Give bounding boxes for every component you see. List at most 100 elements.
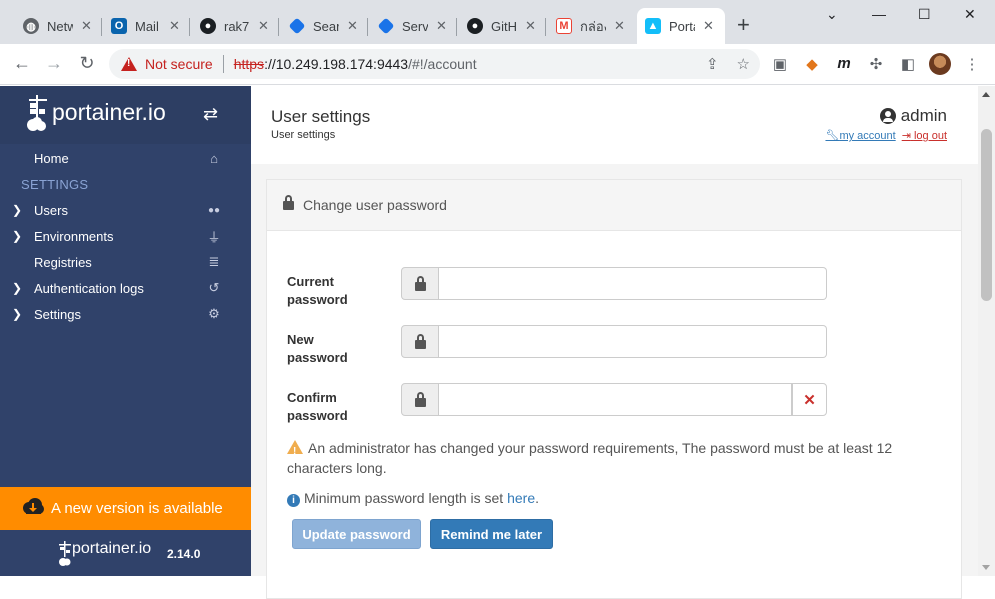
tab-label: Sear [313, 18, 339, 34]
main-content: User settings User settings admin 🔧︎my a… [251, 86, 978, 599]
sidebar-item-users[interactable]: ❯ Users ●● [0, 197, 251, 223]
line-extension-icon[interactable]: ▣ [770, 55, 790, 73]
browser-tab-network[interactable]: ◍ Netw ✕ [15, 8, 102, 44]
chevron-right-icon[interactable]: ❯ [12, 281, 22, 295]
scroll-down-arrow-icon[interactable] [982, 565, 990, 570]
metamask-extension-icon[interactable]: ◆ [802, 55, 822, 73]
sidebar-item-home[interactable]: Home ⌂ [0, 145, 251, 171]
tab-close-icon[interactable]: ✕ [81, 18, 92, 34]
browser-tab-gmail[interactable]: M กล่อง ✕ [548, 8, 635, 44]
forward-arrow-icon[interactable]: → [43, 53, 65, 74]
portainer-icon: ▲ [645, 18, 661, 34]
password-requirement-warning: An administrator has changed your passwo… [287, 438, 927, 478]
browser-tab-services[interactable]: Servi ✕ [370, 8, 457, 44]
new-password-label: New password [287, 332, 348, 365]
lock-icon [415, 276, 426, 291]
scrollbar-thumb[interactable] [981, 129, 992, 301]
browser-tab-github[interactable]: ● GitH ✕ [459, 8, 546, 44]
browser-tab-mail[interactable]: O Mail ✕ [103, 8, 190, 44]
log-out-link[interactable]: ⇥ log out [902, 129, 947, 142]
user-info: admin [879, 106, 947, 126]
minimize-icon[interactable]: — [872, 6, 886, 22]
omnibox-actions: ⇪ ☆ [706, 55, 750, 73]
mismatch-x-icon: ✕ [792, 383, 827, 416]
lock-icon [415, 334, 426, 349]
log-out-label: log out [913, 130, 947, 142]
tab-close-icon[interactable]: ✕ [347, 18, 358, 34]
brand-header: portainer.io ⇄ [0, 86, 251, 144]
m-extension-icon[interactable]: m [834, 55, 854, 72]
tab-close-icon[interactable]: ✕ [436, 18, 447, 34]
tab-close-icon[interactable]: ✕ [703, 18, 714, 34]
scroll-up-arrow-icon[interactable] [982, 92, 990, 97]
min-length-info: i Minimum password length is set here. [287, 488, 927, 508]
chevron-right-icon[interactable]: ❯ [12, 229, 22, 243]
reload-icon[interactable]: ↻ [76, 53, 98, 74]
my-account-link[interactable]: 🔧︎my account [825, 129, 895, 142]
url-path: /#!/account [408, 56, 477, 72]
sidebar-item-label: Home [34, 150, 69, 166]
current-password-group [401, 267, 827, 300]
update-available-banner[interactable]: A new version is available [0, 487, 251, 530]
input-addon [401, 267, 439, 300]
current-password-input[interactable] [439, 267, 827, 300]
back-arrow-icon[interactable]: ← [11, 53, 33, 74]
portainer-footer-logo-icon [59, 541, 71, 566]
chevron-down-icon[interactable]: ⌄ [826, 6, 838, 23]
tab-label: GitH [491, 18, 517, 34]
tab-close-icon[interactable]: ✕ [525, 18, 536, 34]
sidebar-item-label: Registries [34, 254, 92, 270]
browser-tab-portainer[interactable]: ▲ Porta ✕ [637, 8, 725, 44]
puzzle-extensions-icon[interactable]: ✣ [866, 55, 886, 73]
profile-avatar[interactable] [929, 53, 951, 75]
window-close-icon[interactable]: ✕ [964, 6, 976, 23]
browser-tab-github-rak[interactable]: ● rak7 ✕ [192, 8, 279, 44]
gmail-icon: M [556, 18, 572, 34]
warning-text: An administrator has changed your passwo… [287, 440, 893, 476]
browser-tab-search[interactable]: Sear ✕ [281, 8, 368, 44]
side-panel-icon[interactable]: ◧ [898, 55, 918, 73]
info-text: Minimum password length is set [304, 490, 508, 506]
tab-label: Servi [402, 18, 428, 34]
confirm-password-input[interactable] [439, 383, 792, 416]
sidebar-item-authentication-logs[interactable]: ❯ Authentication logs ↺ [0, 275, 251, 301]
chevron-right-icon[interactable]: ❯ [12, 307, 22, 321]
lock-icon [283, 195, 294, 210]
plug-icon: ⏚ [207, 229, 221, 245]
tab-label: กล่อง [580, 18, 606, 34]
my-account-label: my account [839, 130, 896, 142]
brand-name[interactable]: portainer.io [52, 99, 166, 126]
footer-brand: portainer.io [72, 540, 152, 557]
tab-label: rak7 [224, 18, 250, 34]
tab-close-icon[interactable]: ✕ [258, 18, 269, 34]
page-scrollbar[interactable] [978, 86, 995, 576]
maximize-icon[interactable]: ☐ [918, 6, 931, 23]
url-host: ://10.249.198.174:9443 [264, 56, 409, 72]
sidebar-item-registries[interactable]: Registries ≣ [0, 249, 251, 275]
remind-me-later-button[interactable]: Remind me later [430, 519, 553, 549]
user-links: 🔧︎my account ⇥ log out [825, 129, 947, 142]
share-icon[interactable]: ⇪ [706, 55, 719, 73]
page-header: User settings User settings admin 🔧︎my a… [251, 86, 978, 164]
bookmark-star-icon[interactable]: ☆ [737, 55, 750, 73]
sidebar-item-label: Environments [34, 228, 114, 244]
input-addon [401, 325, 439, 358]
update-password-button[interactable]: Update password [292, 519, 421, 549]
chevron-right-icon[interactable]: ❯ [12, 203, 22, 217]
security-status[interactable]: Not secure [145, 56, 213, 72]
change-password-widget: Change user password Current password Ne… [266, 179, 962, 599]
new-password-input[interactable] [439, 325, 827, 358]
sidebar-item-settings[interactable]: ❯ Settings ⚙ [0, 301, 251, 327]
address-bar[interactable]: Not secure https://10.249.198.174:9443/#… [109, 49, 760, 79]
sidebar-toggle-icon[interactable]: ⇄ [203, 104, 218, 125]
new-tab-button[interactable]: + [737, 14, 750, 36]
sidebar-item-environments[interactable]: ❯ Environments ⏚ [0, 223, 251, 249]
menu-kebab-icon[interactable]: ⋮ [962, 55, 982, 73]
tab-label: Mail [135, 18, 159, 34]
tab-close-icon[interactable]: ✕ [169, 18, 180, 34]
azure-icon [377, 17, 395, 35]
here-link[interactable]: here [507, 490, 535, 506]
cloud-download-icon [23, 498, 44, 514]
current-password-label: Current password [287, 274, 348, 307]
tab-close-icon[interactable]: ✕ [614, 18, 625, 34]
